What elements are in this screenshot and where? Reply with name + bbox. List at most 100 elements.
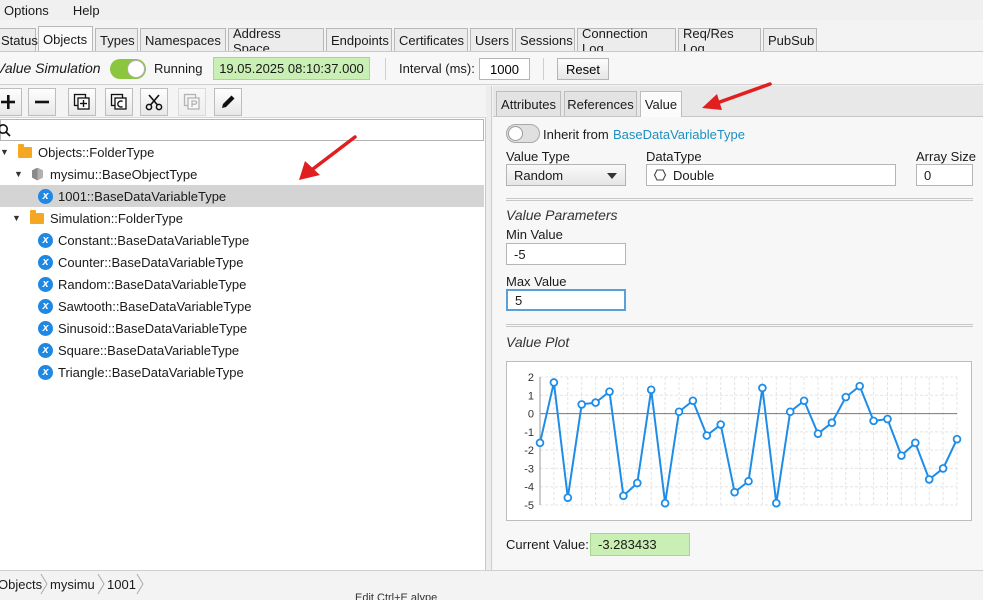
simulation-toggle[interactable]	[110, 59, 146, 79]
data-point	[855, 381, 865, 391]
tab-users[interactable]: Users	[470, 28, 513, 52]
interval-input[interactable]	[479, 58, 530, 80]
array-size-input[interactable]: 0	[916, 164, 973, 186]
tree-node-label: Random::BaseDataVariableType	[58, 276, 247, 292]
value-type-select[interactable]: Random	[506, 164, 626, 186]
tab-req-res-log[interactable]: Req/Res Log	[678, 26, 761, 56]
object-cube-icon	[32, 167, 43, 181]
tab-address-space[interactable]: Address Space	[228, 26, 324, 56]
tree-node-triangle[interactable]: x Triangle::BaseDataVariableType	[0, 361, 484, 383]
tree-node-counter[interactable]: x Counter::BaseDataVariableType	[0, 251, 484, 273]
tab-value[interactable]: Value	[640, 91, 682, 117]
data-point	[591, 398, 600, 407]
current-value-label: Current Value:	[506, 537, 589, 552]
tab-references[interactable]: References	[564, 91, 637, 116]
breadcrumb-item-objects[interactable]: Objects	[0, 573, 42, 595]
plus-icon	[1, 95, 15, 109]
paste-button[interactable]	[178, 88, 206, 116]
menu-help[interactable]: Help	[69, 3, 106, 18]
data-point	[605, 387, 614, 396]
tree-node-label: 1001::BaseDataVariableType	[58, 188, 227, 204]
tab-types[interactable]: Types	[95, 28, 138, 52]
copy-button[interactable]	[105, 88, 133, 116]
edit-button[interactable]	[214, 88, 242, 116]
tree-search-input[interactable]	[0, 119, 484, 141]
data-point	[646, 385, 656, 395]
y-tick-label: -1	[524, 427, 534, 439]
value-plot: 2 1 0 -1 -2 -3 -4 -5	[506, 361, 972, 521]
data-point	[869, 416, 878, 426]
data-point	[633, 478, 642, 488]
tab-attributes[interactable]: Attributes	[496, 91, 561, 116]
data-point	[771, 498, 781, 508]
variable-icon: x	[38, 254, 53, 270]
tree-node-random[interactable]: x Random::BaseDataVariableType	[0, 273, 484, 295]
y-tick-label: -4	[524, 482, 534, 494]
tab-pubsub[interactable]: PubSub	[763, 28, 817, 52]
tree-node-sinusoid[interactable]: x Sinusoid::BaseDataVariableType	[0, 317, 484, 339]
scissors-icon	[145, 94, 163, 111]
cut-button[interactable]	[140, 88, 168, 116]
breadcrumb-item-1001[interactable]: 1001	[107, 573, 136, 595]
inherit-link[interactable]: BaseDataVariableType	[613, 127, 745, 142]
reset-button[interactable]: Reset	[557, 58, 609, 80]
menu-bar: Options Help	[0, 0, 983, 20]
tree-node-label: Simulation::FolderType	[50, 210, 183, 226]
y-tick-label: -5	[524, 500, 534, 512]
add-child-button[interactable]	[68, 88, 96, 116]
pane-splitter[interactable]	[486, 86, 492, 570]
data-point	[938, 464, 948, 473]
tab-certificates[interactable]: Certificates	[394, 28, 468, 52]
tree-node-sawtooth[interactable]: x Sawtooth::BaseDataVariableType	[0, 295, 484, 317]
annotation-arrow-icon	[299, 135, 357, 180]
inherit-label: Inherit from	[543, 127, 609, 142]
data-point	[952, 434, 962, 444]
tab-endpoints[interactable]: Endpoints	[326, 28, 392, 52]
tree-node-objects[interactable]: ▼ Objects::FolderType	[0, 141, 484, 163]
tree-node-simulation[interactable]: ▼ Simulation::FolderType	[0, 207, 484, 229]
tree-node-label: Triangle::BaseDataVariableType	[58, 364, 244, 380]
folder-icon	[30, 209, 44, 224]
tree-node-constant[interactable]: x Constant::BaseDataVariableType	[0, 229, 484, 251]
tree-node-mysimu[interactable]: ▼ mysimu::BaseObjectType	[0, 163, 484, 185]
search-icon	[0, 124, 11, 137]
expand-arrow-icon[interactable]: ▼	[14, 169, 24, 179]
breadcrumb-chevron-icon	[40, 573, 48, 595]
tab-status[interactable]: Status	[0, 28, 38, 52]
menu-options[interactable]: Options	[0, 3, 55, 18]
datatype-field[interactable]: Double	[646, 164, 896, 186]
max-value-label: Max Value	[506, 274, 567, 289]
data-point	[799, 396, 809, 406]
y-tick-label: 2	[528, 372, 534, 384]
remove-node-button[interactable]	[28, 88, 56, 116]
data-point	[535, 438, 545, 448]
tree-node-1001[interactable]: x 1001::BaseDataVariableType	[0, 185, 484, 207]
value-parameters-title: Value Parameters	[506, 207, 618, 223]
simulation-toolbar: Value Simulation Running 19.05.2025 08:1…	[0, 52, 983, 85]
min-value-label: Min Value	[506, 227, 563, 242]
breadcrumb-chevron-icon	[97, 573, 105, 595]
min-value-input[interactable]: -5	[506, 243, 626, 265]
value-type-label: Value Type	[506, 149, 570, 164]
tab-objects[interactable]: Objects	[38, 26, 93, 52]
variable-icon: x	[38, 298, 53, 314]
max-value-input[interactable]: 5	[506, 289, 626, 311]
breadcrumb-item-mysimu[interactable]: mysimu	[50, 573, 95, 595]
tree-node-square[interactable]: x Square::BaseDataVariableType	[0, 339, 484, 361]
tab-namespaces[interactable]: Namespaces	[140, 28, 226, 52]
tree-node-label: Sinusoid::BaseDataVariableType	[58, 320, 248, 336]
tab-connection-log[interactable]: Connection Log	[577, 26, 676, 56]
chevron-down-icon	[607, 173, 617, 179]
variable-icon: x	[38, 342, 53, 358]
section-divider	[506, 198, 973, 201]
variable-icon: x	[38, 232, 53, 248]
add-node-button[interactable]	[0, 88, 22, 116]
array-size-value: 0	[924, 167, 932, 183]
details-tabbar: Attributes References Value	[493, 82, 983, 117]
data-point	[660, 498, 670, 508]
inherit-toggle[interactable]	[506, 124, 540, 143]
expand-arrow-icon[interactable]: ▼	[0, 147, 10, 157]
tab-sessions[interactable]: Sessions	[515, 28, 575, 52]
toolbar-separator	[543, 58, 544, 80]
expand-arrow-icon[interactable]: ▼	[12, 213, 22, 223]
